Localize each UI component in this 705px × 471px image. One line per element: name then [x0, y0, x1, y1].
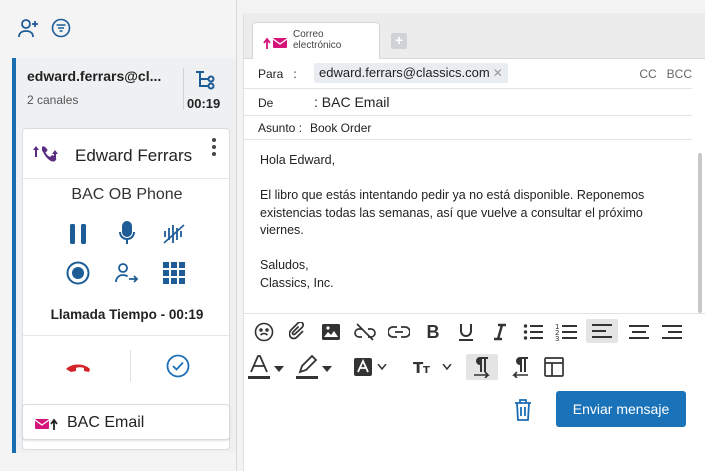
flow-icon[interactable] — [194, 68, 216, 90]
phone-title: BAC OB Phone — [71, 186, 183, 203]
unlink-icon[interactable] — [353, 320, 377, 344]
pause-icon[interactable] — [65, 221, 91, 247]
transfer-user-icon[interactable] — [114, 260, 140, 286]
conversation-channels: 2 canales — [27, 93, 79, 107]
recipient-chip[interactable]: edward.ferrars@classics.com ✕ — [314, 63, 508, 83]
call-time: Llamada Tiempo - 00:19 — [50, 307, 204, 322]
align-right-icon[interactable] — [660, 320, 684, 344]
mute-audio-icon[interactable] — [161, 221, 187, 247]
outbound-call-icon — [33, 145, 59, 163]
to-label: Para : — [258, 67, 297, 81]
body-paragraph: Hola Edward, — [260, 153, 336, 167]
add-tab-icon[interactable]: + — [391, 33, 407, 49]
chevron-down-icon[interactable] — [374, 355, 390, 379]
underline-icon[interactable] — [454, 320, 478, 344]
bold-icon[interactable]: B — [421, 320, 445, 344]
chevron-down-icon[interactable] — [320, 357, 334, 381]
body-paragraph: Classics, Inc. — [260, 275, 334, 290]
keypad-icon[interactable] — [161, 260, 187, 286]
accept-check-icon[interactable] — [165, 353, 191, 379]
more-options-icon[interactable] — [209, 137, 219, 157]
contact-name: Edward Ferrars — [75, 146, 193, 165]
conversation-email: edward.ferrars@cl... — [27, 68, 162, 84]
add-user-icon[interactable] — [18, 17, 40, 39]
remove-recipient-icon[interactable]: ✕ — [493, 66, 503, 80]
rtl-direction-icon[interactable] — [508, 355, 532, 379]
email-channel-label: BAC Email — [67, 414, 145, 431]
left-panel: edward.ferrars@cl... 2 canales 00:19 Edw… — [0, 0, 237, 471]
filter-icon[interactable] — [50, 17, 72, 39]
subject-input[interactable]: Book Order — [310, 121, 371, 135]
bullet-list-icon[interactable] — [521, 320, 545, 344]
image-icon[interactable] — [319, 320, 343, 344]
cc-bcc: CC BCC — [629, 67, 692, 81]
tab-label: Correo electrónico — [293, 29, 342, 51]
email-composer: Correo electrónico + Para : edward.ferra… — [243, 13, 705, 471]
outbound-email-icon — [34, 417, 59, 430]
mic-icon[interactable] — [114, 220, 140, 246]
conversation-header[interactable]: edward.ferrars@cl... 2 canales 00:19 — [16, 58, 236, 122]
format-toolbar-row-1: B 123 — [244, 313, 705, 349]
font-size-icon[interactable]: TT — [412, 355, 438, 379]
message-body[interactable]: Hola Edward, El libro que estás intentan… — [260, 152, 680, 292]
call-card-header: Edward Ferrars — [23, 129, 229, 179]
tab-email[interactable]: Correo electrónico — [252, 22, 380, 59]
tab-bar: Correo electrónico + — [244, 13, 705, 59]
link-icon[interactable] — [387, 320, 411, 344]
call-actions — [23, 335, 231, 395]
subject-label: Asunto : — [258, 121, 303, 135]
font-color-icon[interactable] — [246, 355, 272, 379]
scrollbar[interactable] — [698, 153, 702, 313]
to-row: Para : edward.ferrars@classics.com ✕ CC BC… — [244, 59, 692, 89]
divider — [183, 68, 184, 110]
table-icon[interactable] — [542, 355, 566, 379]
outbound-email-icon — [263, 36, 288, 49]
background-color-icon[interactable] — [351, 355, 375, 379]
from-value[interactable]: : BAC Email — [314, 94, 389, 110]
format-toolbar-row-2: TT — [244, 351, 705, 385]
bcc-button[interactable]: BCC — [667, 67, 692, 81]
conversation-timer: 00:19 — [187, 96, 221, 111]
emoji-icon[interactable] — [252, 320, 276, 344]
chevron-down-icon[interactable] — [272, 357, 286, 381]
conversation-panel: edward.ferrars@cl... 2 canales 00:19 Edw… — [12, 58, 236, 453]
from-row: De : BAC Email — [244, 89, 692, 116]
call-card: Edward Ferrars BAC OB Phone Llamada Tiem… — [22, 128, 231, 450]
ltr-direction-icon[interactable] — [466, 354, 498, 380]
attachment-icon[interactable] — [286, 320, 310, 344]
numbered-list-icon[interactable]: 123 — [554, 320, 578, 344]
trash-icon[interactable] — [514, 399, 534, 421]
record-icon[interactable] — [65, 260, 91, 286]
body-paragraph: Saludos, — [260, 258, 309, 272]
svg-text:T: T — [423, 365, 430, 376]
email-channel-item[interactable]: BAC Email — [22, 404, 230, 440]
align-center-icon[interactable] — [627, 320, 651, 344]
send-button[interactable]: Enviar mensaje — [556, 391, 686, 427]
left-toolbar — [0, 0, 236, 56]
align-left-icon[interactable] — [586, 319, 618, 343]
cc-button[interactable]: CC — [639, 67, 656, 81]
chevron-down-icon[interactable] — [439, 355, 455, 379]
recipient-email: edward.ferrars@classics.com — [319, 65, 490, 80]
italic-icon[interactable] — [488, 320, 512, 344]
hangup-icon[interactable] — [63, 354, 93, 380]
divider — [130, 350, 131, 382]
svg-text:3: 3 — [555, 335, 559, 342]
from-label: De — [258, 96, 274, 110]
body-paragraph: El libro que estás intentando pedir ya n… — [260, 188, 645, 237]
subject-row: Asunto : Book Order — [244, 116, 692, 140]
highlight-icon[interactable] — [294, 354, 320, 379]
